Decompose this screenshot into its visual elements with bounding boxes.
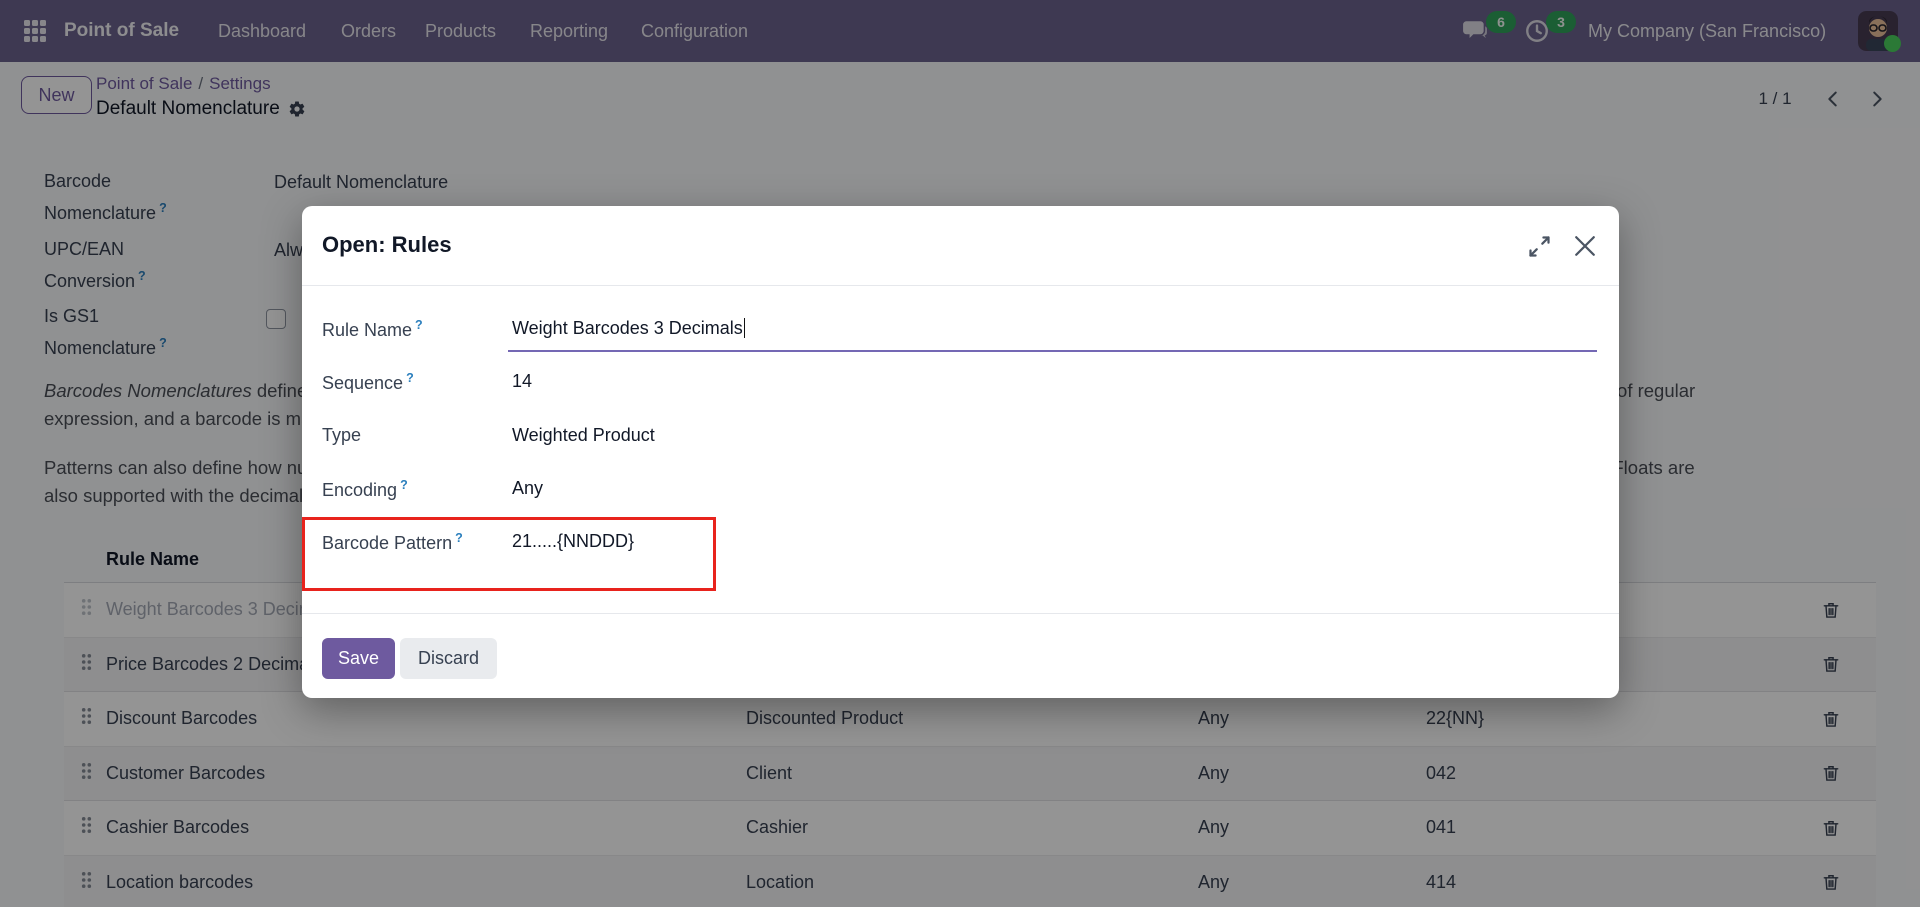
sequence-input[interactable]: 14 xyxy=(512,371,532,392)
close-icon[interactable] xyxy=(1570,231,1600,261)
type-select[interactable]: Weighted Product xyxy=(512,425,655,446)
field-row-type: Type Weighted Product xyxy=(322,413,1599,461)
help-icon[interactable]: ? xyxy=(406,371,414,385)
input-focus-underline xyxy=(508,350,1597,352)
expand-icon[interactable] xyxy=(1526,233,1553,260)
barcode-pattern-input[interactable]: 21.....{NNDDD} xyxy=(512,531,634,552)
help-icon[interactable]: ? xyxy=(415,318,423,332)
text-cursor xyxy=(744,318,746,338)
encoding-select[interactable]: Any xyxy=(512,478,543,499)
sequence-label: Sequence? xyxy=(322,371,414,394)
type-label: Type xyxy=(322,425,361,446)
field-row-barcode-pattern: Barcode Pattern? 21.....{NNDDD} xyxy=(322,519,1599,567)
field-row-sequence: Sequence? 14 xyxy=(322,359,1599,407)
dialog-title: Open: Rules xyxy=(322,232,452,258)
dialog-header: Open: Rules xyxy=(302,206,1619,286)
save-button[interactable]: Save xyxy=(322,638,395,679)
open-rules-dialog: Open: Rules Rule Name? Weight Barcodes 3… xyxy=(302,206,1619,698)
discard-button[interactable]: Discard xyxy=(400,638,497,679)
field-row-encoding: Encoding? Any xyxy=(322,466,1599,514)
help-icon[interactable]: ? xyxy=(400,478,408,492)
barcode-pattern-label: Barcode Pattern? xyxy=(322,531,463,554)
rule-name-input[interactable]: Weight Barcodes 3 Decimals xyxy=(512,318,745,339)
field-row-rule-name: Rule Name? Weight Barcodes 3 Decimals xyxy=(322,306,1599,354)
dialog-footer: Save Discard xyxy=(302,613,1619,698)
encoding-label: Encoding? xyxy=(322,478,408,501)
help-icon[interactable]: ? xyxy=(455,531,463,545)
rule-name-label: Rule Name? xyxy=(322,318,423,341)
